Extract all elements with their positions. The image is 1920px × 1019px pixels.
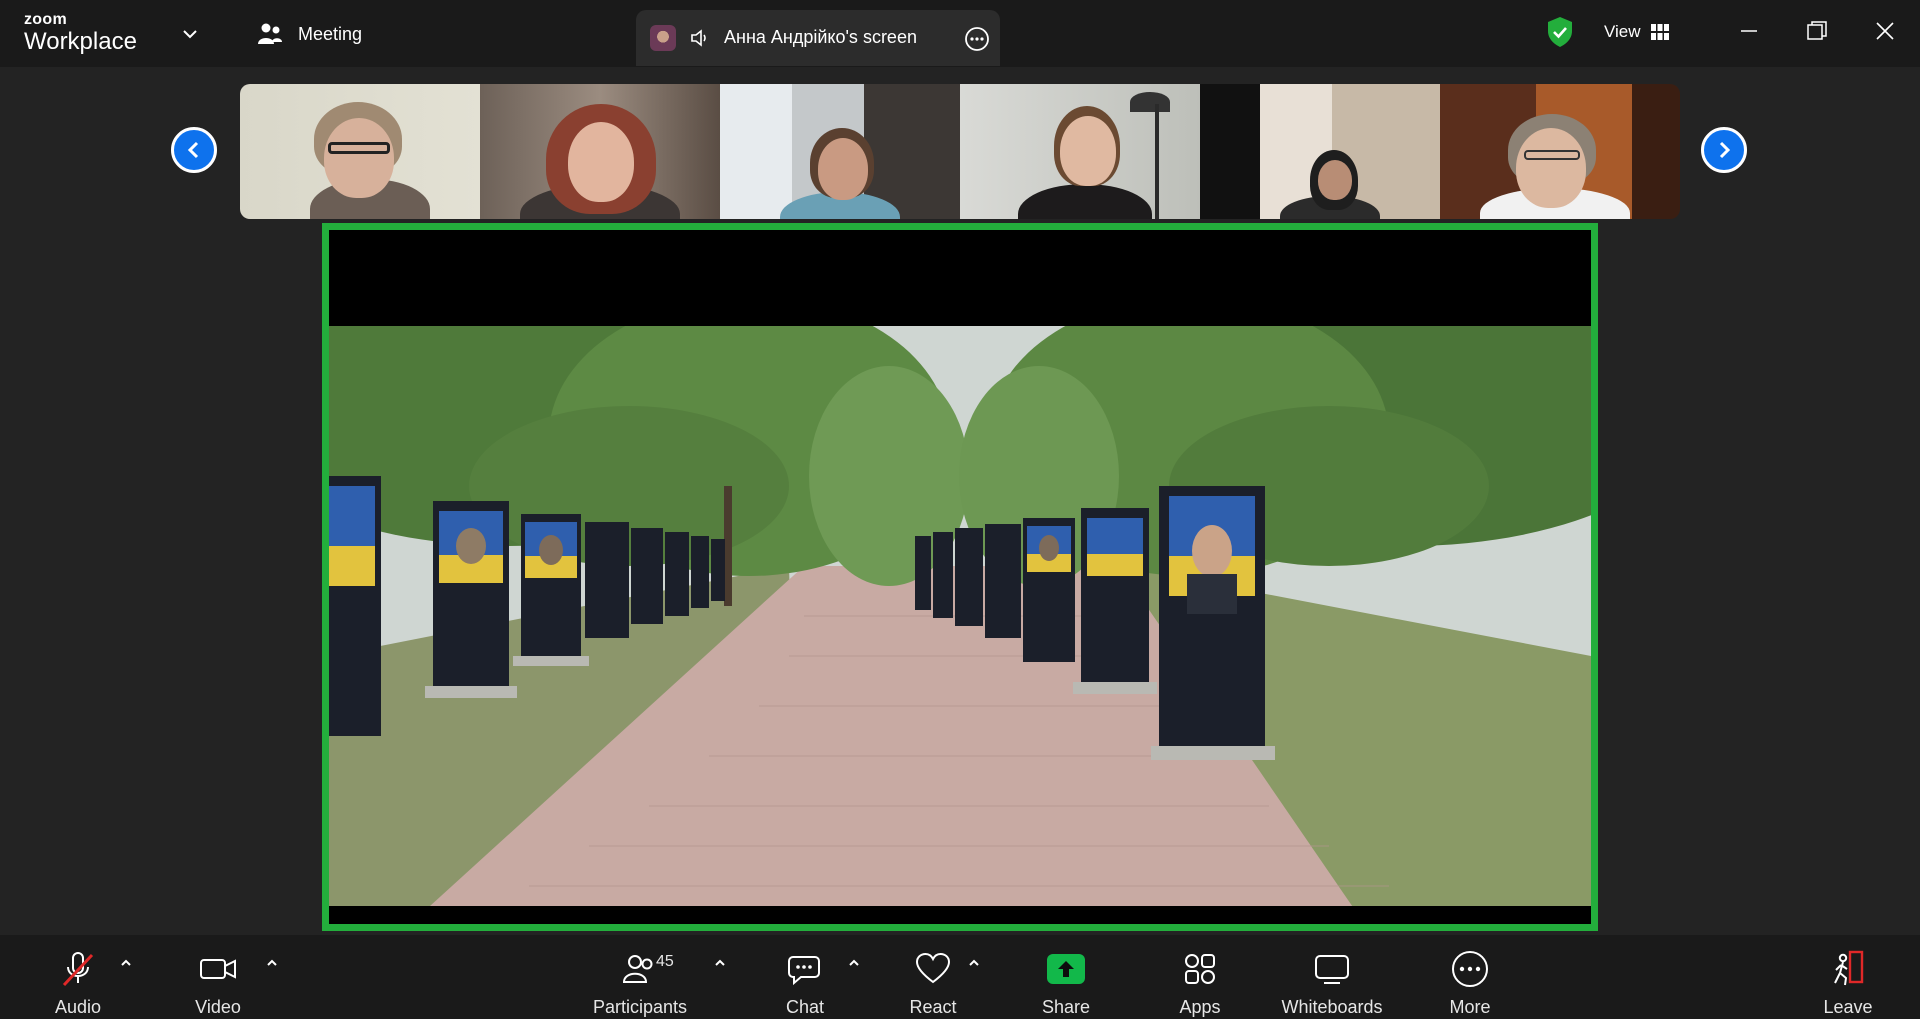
participants-label: Participants (592, 997, 688, 1017)
view-button[interactable]: View (1582, 12, 1694, 52)
participant-video-tile[interactable] (240, 84, 480, 219)
people-icon (622, 955, 653, 983)
leave-button[interactable]: Leave (1818, 935, 1878, 1019)
meeting-button[interactable]: Meeting (256, 18, 362, 50)
gallery-prev-button[interactable] (171, 127, 217, 173)
logo-big-text: Workplace (24, 28, 137, 55)
camera-icon (200, 959, 236, 979)
leave-label: Leave (1823, 997, 1873, 1017)
meeting-label: Meeting (298, 23, 363, 44)
participants-count: 45 (656, 953, 674, 970)
minimize-icon[interactable] (1736, 18, 1762, 44)
apps-button[interactable]: Apps (1172, 935, 1228, 1019)
gallery-next-button[interactable] (1701, 127, 1747, 173)
participants-options-caret-icon[interactable] (712, 955, 728, 971)
title-bar: zoom Workplace Meeting Анна Андрійко's s… (0, 0, 1920, 67)
react-label: React (909, 997, 957, 1017)
restore-icon[interactable] (1804, 18, 1830, 44)
whiteboards-label: Whiteboards (1281, 997, 1383, 1017)
react-options-caret-icon[interactable] (966, 955, 982, 971)
video-label: Video (195, 997, 241, 1017)
apps-icon (1185, 954, 1215, 984)
speaker-icon (691, 29, 706, 47)
chat-options-caret-icon[interactable] (846, 955, 862, 971)
audio-label: Audio (54, 997, 102, 1017)
more-icon[interactable] (964, 26, 990, 52)
leave-icon (1834, 950, 1864, 986)
more-icon (1452, 951, 1488, 987)
shared-screen[interactable] (322, 223, 1598, 931)
more-button[interactable]: More (1442, 935, 1498, 1019)
audio-button[interactable]: Audio (50, 935, 106, 1019)
video-button[interactable]: Video (190, 935, 246, 1019)
chat-icon (788, 956, 820, 986)
react-button[interactable]: React (905, 935, 961, 1019)
chat-label: Chat (785, 997, 825, 1017)
chevron-down-icon[interactable] (178, 22, 202, 46)
zoom-workplace-logo: zoom Workplace (24, 12, 154, 56)
close-icon[interactable] (1872, 18, 1898, 44)
meeting-controls-toolbar: Audio Video 45 Participants Chat React S… (0, 935, 1920, 1019)
shield-check-icon[interactable] (1546, 16, 1574, 48)
video-options-caret-icon[interactable] (264, 955, 280, 971)
whiteboards-button[interactable]: Whiteboards (1274, 935, 1390, 1019)
whiteboard-icon (1315, 955, 1349, 984)
participant-video-tile[interactable] (1200, 84, 1440, 219)
chat-button[interactable]: Chat (778, 935, 832, 1019)
participant-gallery-strip (240, 84, 1680, 219)
share-button[interactable]: Share (1038, 935, 1094, 1019)
logo-small-text: zoom (24, 11, 67, 28)
screen-share-tab[interactable]: Анна Андрійко's screen (636, 10, 1000, 66)
heart-icon (915, 952, 951, 984)
avatar (650, 25, 676, 51)
participant-video-tile[interactable] (960, 84, 1200, 219)
chevron-left-icon (187, 141, 199, 159)
participant-video-tile[interactable] (1440, 84, 1680, 219)
mic-muted-icon (62, 952, 94, 987)
share-arrow-icon (1058, 961, 1074, 977)
meeting-stage (0, 67, 1920, 935)
people-icon (258, 23, 282, 44)
view-label: View (1604, 22, 1641, 41)
screen-share-label: Анна Андрійко's screen (724, 27, 917, 47)
more-label: More (1449, 997, 1491, 1017)
shared-screen-image (329, 326, 1591, 916)
participant-video-tile[interactable] (480, 84, 720, 219)
memorial-alley-photo (329, 326, 1591, 916)
participant-video-tile[interactable] (720, 84, 960, 219)
share-label: Share (1041, 997, 1091, 1017)
grid-icon (1650, 24, 1669, 40)
audio-options-caret-icon[interactable] (118, 955, 134, 971)
participants-button[interactable]: 45 Participants (590, 935, 690, 1019)
apps-label: Apps (1179, 997, 1221, 1017)
chevron-right-icon (1719, 141, 1731, 159)
